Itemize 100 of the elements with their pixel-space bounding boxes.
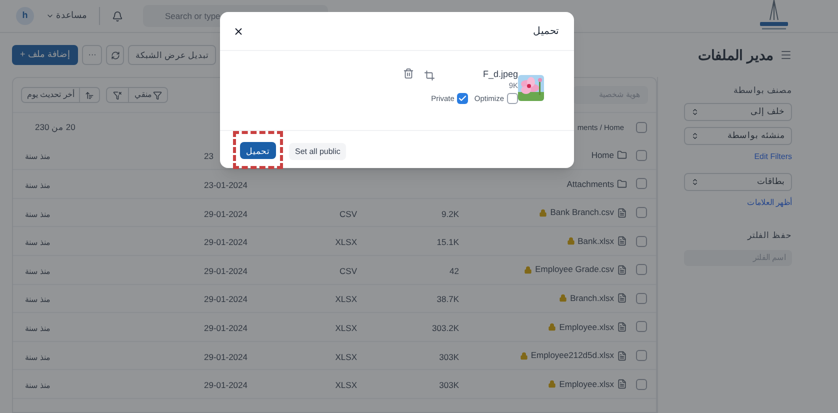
chevron-icon [46,12,54,20]
file-type: CSV [340,208,357,219]
modified-time: منذ سنة [25,266,50,276]
checkbox[interactable] [507,93,518,104]
file-name: F_d.jpeg [482,68,518,80]
file-icon [617,350,627,361]
file-name[interactable]: Employee.xlsx [559,320,614,334]
modified-time: منذ سنة [25,238,50,248]
menu-icon[interactable] [780,49,792,61]
delete-icon[interactable] [403,68,414,79]
file-name[interactable]: Bank.xlsx [578,234,614,248]
file-date: 29-01-2024 [204,380,248,390]
file-size: 38.7K [436,294,459,304]
file-size: 303K [439,352,459,362]
file-type: XLSX [335,380,357,390]
checkbox[interactable] [636,350,647,362]
file-date: 29-01-2024 [204,266,248,276]
filter-icon [153,90,162,100]
filter-control[interactable]: منقي [106,87,168,103]
file-type: XLSX [335,294,357,304]
checkbox[interactable] [636,150,647,161]
file-date: 29-01-2024 [204,237,248,248]
file-date: 29-01-2024 [204,352,248,362]
file-date: 23-01-2024 [204,180,248,190]
file-date: 29-01-2024 [204,208,248,219]
checkbox[interactable] [636,178,647,190]
filter-button[interactable]: منقي [129,89,168,101]
folder-icon [617,150,627,160]
file-icon [617,236,627,246]
file-type: XLSX [335,322,357,333]
folder-icon [617,178,627,189]
close-icon[interactable] [233,26,244,36]
more-button[interactable]: ··· [82,45,102,65]
checkbox[interactable] [636,378,647,390]
file-icon [617,379,627,390]
file-name[interactable]: Home [591,149,614,162]
file-icon [617,293,627,304]
refresh-button[interactable] [106,45,124,65]
crop-icon[interactable] [424,70,436,81]
tags-select[interactable]: بطاقات [684,172,792,191]
checkbox[interactable] [636,321,647,332]
select-field[interactable]: منشئه بواسطة [684,126,792,145]
modified-time: منذ سنة [25,381,50,390]
file-name[interactable]: Bank Branch.csv [550,206,614,219]
file-type: CSV [340,266,357,276]
checkbox[interactable] [636,264,647,276]
checkbox[interactable] [457,93,468,104]
file-name[interactable]: Branch.xlsx [570,292,614,305]
file-size: 15.1K [436,237,459,248]
file-size: 42 [450,266,459,276]
file-icon [617,264,627,275]
search-placeholder: Search or type [165,10,220,22]
checkbox[interactable] [636,292,647,304]
file-date: 23 [204,151,214,162]
check-icon [458,94,468,104]
dialog-title: تحميل [533,24,559,38]
checkbox[interactable] [636,122,647,133]
select-field[interactable]: خلف إلى [684,102,792,121]
checkbox[interactable] [636,236,647,247]
modified-time: منذ سنة [25,352,50,362]
modified-time: منذ سنة [25,180,50,190]
file-size: 303K [439,380,459,390]
sort-control[interactable]: أخر تحديث يوم [21,87,100,103]
clear-filter-icon[interactable] [113,90,122,100]
select-arrow-icon [691,178,699,186]
upload-button[interactable]: تحميل [240,142,276,160]
avatar[interactable]: h [16,7,34,25]
item-count: 20 من 230 [34,120,76,134]
grid-view-button[interactable]: تبديل عرض الشبكة [128,45,216,65]
modified-time: منذ سنة [25,324,50,333]
file-name[interactable]: Employee.xlsx [559,378,614,391]
checkbox[interactable] [636,207,647,218]
help-dropdown[interactable]: مساعدة [46,9,87,23]
sort-label: مصنف بواسطة [732,84,792,97]
file-name[interactable]: Employee212d5d.xlsx [530,349,614,362]
sort-icon[interactable] [85,90,94,100]
select-arrow-icon [691,108,699,116]
set-all-public-button[interactable]: Set all public [289,143,346,160]
edit-filters-link[interactable]: Edit Filters [684,150,792,163]
select-arrow-icon [691,132,699,140]
file-icon [617,208,627,218]
file-type: XLSX [335,352,357,362]
add-file-button[interactable]: + إضافة ملف [12,45,78,65]
modified-time: منذ سنة [25,295,50,304]
modified-time: منذ سنة [25,152,50,162]
file-date: 29-01-2024 [204,294,248,304]
file-size: 9.2K [442,208,459,219]
save-filter-label: حفظ الفلتر [746,228,792,242]
notification-icon[interactable] [112,10,123,22]
file-icon [617,322,627,332]
file-size: 303.2K [432,322,459,333]
sort-button[interactable]: أخر تحديث يوم [22,89,80,101]
show-tags-link[interactable]: أظهر العلامات [684,196,792,209]
file-date: 29-01-2024 [204,322,248,333]
modified-time: منذ سنة [25,210,50,219]
refresh-icon [110,50,120,60]
file-name[interactable]: Attachments [566,178,614,190]
page-title: مدير الملفات [698,46,774,66]
file-type: XLSX [335,237,357,248]
file-name[interactable]: Employee Grade.csv [535,263,614,276]
